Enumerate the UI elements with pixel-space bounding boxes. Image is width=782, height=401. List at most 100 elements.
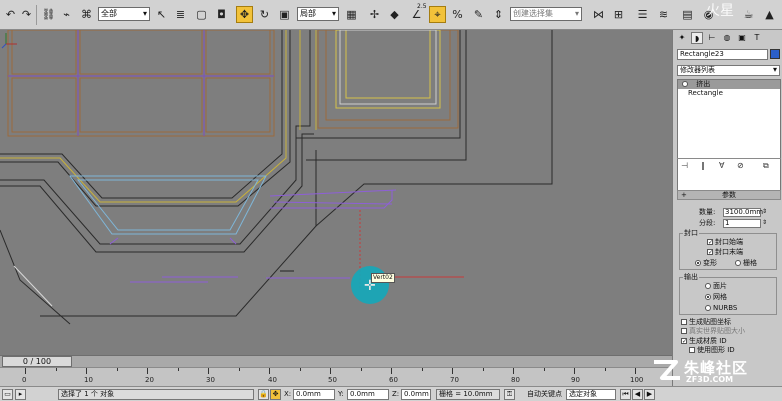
bind-spacewarp-icon[interactable]: ⌘ — [78, 6, 95, 23]
manipulate-icon[interactable]: ✢ — [366, 6, 383, 23]
selected-set-select[interactable]: 选定对象 — [566, 389, 616, 400]
rollout-toggle-icon: + — [681, 191, 687, 199]
transform-type-in-icon[interactable]: ✥ — [270, 389, 281, 400]
spinner-arrows-icon[interactable]: ⇕ — [762, 207, 767, 216]
grid-radio[interactable]: 栅格 — [735, 259, 757, 268]
output-patch-radio[interactable]: 面片 — [705, 282, 727, 291]
object-name-field[interactable]: Rectangle23 — [677, 49, 768, 60]
spinner-snap-icon[interactable]: % — [449, 6, 466, 23]
object-color-swatch[interactable] — [770, 49, 780, 59]
selection-filter-select[interactable]: 全部 — [98, 7, 150, 21]
y-coord-field[interactable]: 0.0mm — [347, 389, 389, 400]
use-shape-ids-checkbox[interactable]: 使用图形 ID — [689, 346, 735, 355]
display-tab-icon[interactable]: ▣ — [736, 32, 748, 44]
render-setup-icon[interactable]: ☕ — [740, 6, 757, 23]
auto-key-label[interactable]: 自动关键点 — [527, 389, 562, 400]
unlink-icon[interactable]: ⌁ — [58, 6, 75, 23]
z-coord-field[interactable]: 0.0mm — [401, 389, 431, 400]
segments-spinner[interactable]: 1 — [723, 219, 761, 228]
track-tick — [482, 368, 484, 371]
checkbox-icon: ✓ — [707, 239, 714, 246]
percent-snap-icon[interactable]: ⌖ — [429, 6, 446, 23]
watermark-site: ZF3D.COM — [686, 375, 734, 384]
time-slider-thumb[interactable]: 0 / 100 — [2, 356, 72, 367]
cap-end-checkbox[interactable]: ✓ 封口末端 — [707, 248, 743, 257]
parameters-rollout-header[interactable]: + 参数 — [677, 190, 781, 200]
key-icon[interactable]: ⚿ — [504, 389, 515, 400]
maxscript-icon[interactable]: ▭ — [2, 389, 13, 400]
reference-coord-select[interactable]: 局部 — [297, 7, 339, 21]
light-bulb-icon[interactable] — [682, 81, 688, 87]
show-end-result-icon[interactable]: ‖ — [701, 161, 705, 170]
output-nurbs-radio[interactable]: NURBS — [705, 304, 737, 313]
world-axis-icon — [1, 33, 17, 49]
curve-editor-icon[interactable]: ≋ — [655, 6, 672, 23]
modifier-stack[interactable]: 挤出 Rectangle — [677, 79, 781, 191]
radio-icon — [705, 294, 711, 300]
modify-tab-icon[interactable]: ◗ — [691, 32, 703, 44]
select-link-icon[interactable]: ⛓ — [40, 6, 57, 23]
checkbox-icon — [689, 347, 695, 353]
motion-tab-icon[interactable]: ◍ — [721, 32, 733, 44]
window-crossing-icon[interactable]: ◘ — [213, 6, 230, 23]
spinner-arrows-icon[interactable]: ⇕ — [762, 218, 767, 227]
configure-sets-icon[interactable]: ⧉ — [763, 161, 769, 171]
pin-stack-icon[interactable]: ⊣ — [681, 161, 688, 170]
snap-toggle-icon[interactable]: ◆ — [386, 6, 403, 23]
checkbox-icon: ✓ — [707, 249, 714, 256]
redo-icon[interactable]: ↷ — [18, 6, 35, 23]
viewport-top[interactable]: ✛ Vert02 — [0, 30, 672, 355]
edit-named-sel-icon[interactable]: ✎ — [470, 6, 487, 23]
listener-icon[interactable]: ▸ — [15, 389, 26, 400]
y-label: Y: — [338, 390, 344, 398]
checkbox-icon: ✓ — [681, 338, 688, 345]
goto-start-icon[interactable]: ⏮ — [620, 389, 631, 400]
output-mesh-radio[interactable]: 网格 — [705, 293, 727, 302]
gen-mapping-checkbox[interactable]: 生成贴图坐标 — [681, 318, 731, 327]
morph-radio[interactable]: 变形 — [695, 259, 717, 268]
named-sel-icon[interactable]: ⇕ — [490, 6, 507, 23]
select-object-icon[interactable]: ↖ — [153, 6, 170, 23]
command-panel-tabs: ✦ ◗ ⊢ ◍ ▣ T — [676, 32, 780, 45]
undo-icon[interactable]: ↶ — [2, 6, 19, 23]
select-rotate-icon[interactable]: ↻ — [256, 6, 273, 23]
play-icon[interactable]: ▶ — [644, 389, 655, 400]
amount-label: 数量: — [699, 208, 716, 216]
real-world-checkbox[interactable]: 真实世界贴图大小 — [681, 327, 745, 336]
cap-end-label: 封口末端 — [715, 248, 743, 256]
track-tick — [177, 368, 179, 371]
named-selection-input[interactable]: 创建选择集 — [510, 7, 582, 21]
stack-item-extrude[interactable]: 挤出 — [678, 80, 780, 89]
cap-start-checkbox[interactable]: ✓ 封口始端 — [707, 238, 743, 247]
align-icon[interactable]: ⊞ — [610, 6, 627, 23]
create-tab-icon[interactable]: ✦ — [676, 32, 688, 44]
utilities-tab-icon[interactable]: T — [751, 32, 763, 44]
select-move-icon[interactable]: ✥ — [236, 6, 253, 23]
time-slider[interactable]: 0 / 100 — [0, 355, 672, 367]
pivot-icon[interactable]: ▦ — [343, 6, 360, 23]
lock-selection-icon[interactable]: 🔒 — [258, 389, 269, 400]
hierarchy-tab-icon[interactable]: ⊢ — [706, 32, 718, 44]
track-tick — [543, 368, 545, 371]
amount-spinner[interactable]: 3100.0mm — [723, 208, 763, 217]
track-bar[interactable]: 0 10 20 30 40 50 60 70 80 90 100 — [0, 367, 672, 386]
tick-label: 20 — [145, 376, 154, 384]
radio-icon — [735, 260, 741, 266]
modifier-list-select[interactable]: 修改器列表 — [677, 65, 780, 76]
make-unique-icon[interactable]: ∀ — [719, 161, 724, 170]
rect-region-icon[interactable]: ▢ — [193, 6, 210, 23]
schematic-icon[interactable]: ▤ — [679, 6, 696, 23]
stack-item-rectangle[interactable]: Rectangle — [678, 89, 780, 98]
tick-label: 50 — [328, 376, 337, 384]
x-coord-field[interactable]: 0.0mm — [293, 389, 335, 400]
main-toolbar: ↶ ↷ ⛓ ⌁ ⌘ 全部 ↖ ≣ ▢ ◘ ✥ ↻ ▣ 局部 ▦ ✢ ◆ ∠ 2.… — [0, 0, 782, 30]
select-scale-icon[interactable]: ▣ — [276, 6, 293, 23]
remove-modifier-icon[interactable]: ⊘ — [737, 161, 744, 170]
gen-matid-checkbox[interactable]: ✓ 生成材质 ID — [681, 337, 727, 346]
track-tick — [330, 368, 331, 374]
layer-icon[interactable]: ☰ — [634, 6, 651, 23]
mirror-icon[interactable]: ⋈ — [590, 6, 607, 23]
select-by-name-icon[interactable]: ≣ — [172, 6, 189, 23]
prev-frame-icon[interactable]: ◀ — [632, 389, 643, 400]
render-icon[interactable]: ▲ — [761, 6, 778, 23]
